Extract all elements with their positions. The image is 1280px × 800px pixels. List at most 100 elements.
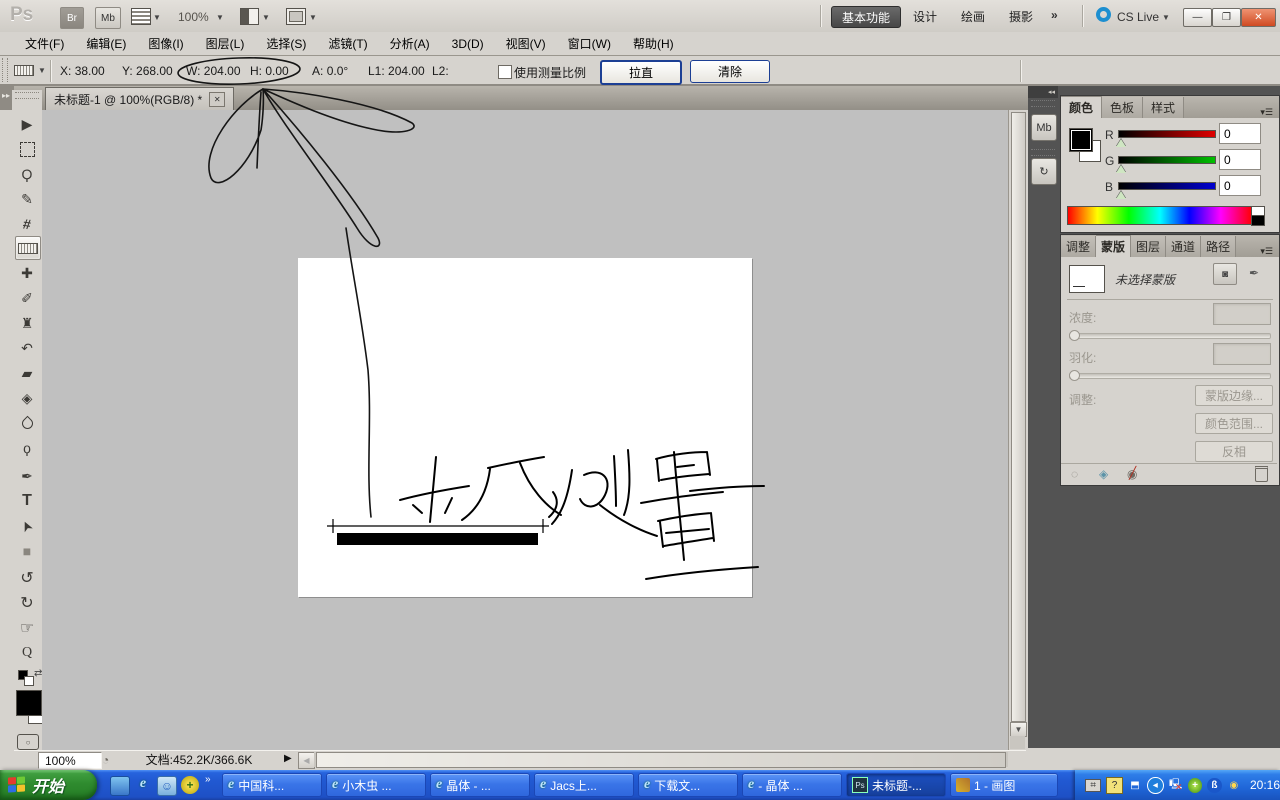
add-vector-mask-icon[interactable]: ✒ (1243, 263, 1265, 283)
blur-tool[interactable] (15, 412, 39, 434)
foreground-color-swatch[interactable] (16, 690, 42, 716)
status-expand-icon[interactable]: ▶ (284, 753, 292, 764)
color-spectrum-ramp[interactable] (1067, 206, 1253, 225)
workspace-tab-photography[interactable]: 摄影 (999, 6, 1043, 26)
help-tray-icon[interactable]: ? (1106, 776, 1123, 794)
gradient-tool[interactable]: ◈ (15, 387, 39, 409)
tab-paths[interactable]: 路径 (1201, 236, 1237, 257)
monitor-eye-icon[interactable]: ◉ (1227, 778, 1241, 793)
vertical-scrollbar[interactable]: ▼ (1008, 110, 1027, 750)
document-canvas[interactable] (298, 258, 752, 597)
vscroll-down-icon[interactable]: ▼ (1010, 722, 1027, 737)
language-bar-icon[interactable]: ◂ (1147, 776, 1164, 794)
document-close-icon[interactable]: ✕ (209, 92, 226, 107)
invert-button[interactable]: 反相 (1195, 441, 1273, 462)
keyboard-layout-icon[interactable]: ⌗ (1085, 778, 1102, 792)
screen-mode-icon[interactable] (286, 8, 306, 25)
task-button-3[interactable]: e 晶体 - ... (430, 773, 530, 797)
task-button-1[interactable]: e 中国科... (222, 773, 322, 797)
pen-tool[interactable]: ✒ (15, 465, 39, 487)
default-colors-bg-icon[interactable] (24, 676, 34, 686)
color-fg-swatch[interactable] (1069, 128, 1093, 152)
hand-tool[interactable]: ☞ (15, 617, 39, 639)
menu-edit[interactable]: 编辑(E) (75, 32, 137, 55)
task-button-6[interactable]: e- 晶体 ... (742, 773, 842, 797)
channel-b-slider[interactable] (1118, 182, 1216, 190)
3d-orbit-tool[interactable]: ↻ (15, 592, 39, 614)
tab-swatches[interactable]: 色板 (1102, 97, 1144, 118)
3d-rotate-tool[interactable]: ↺ (15, 567, 39, 589)
menu-help[interactable]: 帮助(H) (622, 32, 685, 55)
hscroll-thumb[interactable] (316, 752, 1006, 768)
canvas-area[interactable] (42, 110, 1008, 750)
tool-preset-caret-icon[interactable]: ▼ (38, 66, 46, 75)
tab-masks[interactable]: 蒙版 (1096, 235, 1132, 257)
messenger-icon[interactable]: ☺ (157, 776, 177, 796)
workspace-tab-painting[interactable]: 绘画 (951, 6, 995, 26)
menu-file[interactable]: 文件(F) (14, 32, 75, 55)
launch-bridge-button[interactable]: Br (60, 7, 84, 29)
channel-g-input[interactable]: 0 (1219, 149, 1261, 170)
apply-mask-icon[interactable]: ◈ (1099, 467, 1108, 481)
task-button-4[interactable]: e Jacs上... (534, 773, 634, 797)
screen-mode-caret-icon[interactable]: ▼ (309, 13, 317, 22)
zoom-caret-icon[interactable]: ▼ (216, 13, 224, 22)
clone-stamp-tool[interactable]: ♜ (15, 312, 39, 334)
path-selection-tool[interactable]: ➤ (15, 515, 39, 537)
channel-b-input[interactable]: 0 (1219, 175, 1261, 196)
bluetooth-icon[interactable]: ß (1207, 777, 1222, 793)
menu-analysis[interactable]: 分析(A) (379, 32, 441, 55)
menu-3d[interactable]: 3D(D) (441, 32, 495, 55)
antivirus-icon[interactable]: + (1187, 777, 1203, 793)
status-zoom-field[interactable]: 100% (38, 752, 102, 769)
update-icon[interactable]: + (181, 776, 199, 794)
tab-color[interactable]: 颜色 (1061, 96, 1103, 118)
mini-bridge-panel-button[interactable]: Mb (1031, 114, 1057, 141)
internet-explorer-icon[interactable]: e (134, 775, 152, 793)
channel-g-thumb[interactable] (1116, 165, 1126, 173)
history-panel-button[interactable]: ↻ (1031, 158, 1057, 185)
view-extras-caret-icon[interactable]: ▼ (153, 13, 161, 22)
eraser-tool[interactable]: ▰ (15, 362, 39, 384)
zoom-level-control[interactable]: 100% (178, 10, 209, 24)
disable-mask-icon[interactable]: ◉ ╱ (1127, 466, 1137, 481)
channel-g-slider[interactable] (1118, 156, 1216, 164)
history-brush-tool[interactable]: ↶ (15, 337, 39, 359)
color-panel-menu-icon[interactable]: ▾☰ (1260, 107, 1279, 118)
color-range-button[interactable]: 颜色范围... (1195, 413, 1273, 434)
tab-adjustments[interactable]: 调整 (1061, 236, 1097, 257)
move-tool[interactable]: ▶ (15, 113, 39, 135)
task-button-5[interactable]: e 下载文... (638, 773, 738, 797)
lasso-tool[interactable]: Ϙ (15, 163, 39, 185)
horizontal-scrollbar[interactable] (314, 752, 1008, 768)
close-button[interactable]: ✕ (1241, 8, 1276, 27)
ramp-black-swatch[interactable] (1251, 215, 1265, 226)
menu-window[interactable]: 窗口(W) (557, 32, 622, 55)
safely-remove-icon[interactable]: ⬒ (1128, 778, 1142, 793)
menu-image[interactable]: 图像(I) (137, 32, 194, 55)
tab-styles[interactable]: 样式 (1143, 97, 1185, 118)
spot-healing-brush-tool[interactable]: ✚ (15, 262, 39, 284)
workspace-tab-essentials[interactable]: 基本功能 (831, 6, 902, 28)
arrange-caret-icon[interactable]: ▼ (262, 13, 270, 22)
menu-view[interactable]: 视图(V) (495, 32, 557, 55)
type-tool[interactable]: T (15, 490, 39, 512)
restore-button[interactable]: ❐ (1212, 8, 1241, 27)
task-button-paint[interactable]: 1 - 画图 (950, 773, 1058, 797)
masks-panel-menu-icon[interactable]: ▾☰ (1260, 246, 1279, 257)
vscroll-thumb[interactable] (1011, 112, 1026, 722)
quick-mask-button[interactable]: ○ (17, 734, 39, 750)
arrange-documents-icon[interactable] (240, 8, 259, 25)
channel-r-slider[interactable] (1118, 130, 1216, 138)
menu-filter[interactable]: 滤镜(T) (317, 32, 378, 55)
crop-tool[interactable]: # (15, 213, 39, 235)
quick-selection-tool[interactable]: ✎ (15, 188, 39, 210)
mask-edge-button[interactable]: 蒙版边缘... (1195, 385, 1273, 406)
task-button-2[interactable]: e 小木虫 ... (326, 773, 426, 797)
tab-layers[interactable]: 图层 (1131, 236, 1167, 257)
view-extras-icon[interactable] (131, 8, 151, 25)
rectangle-tool[interactable]: ■ (15, 540, 39, 562)
ruler-tool-preset-icon[interactable] (14, 65, 34, 76)
show-desktop-icon[interactable] (110, 776, 130, 796)
workspace-tab-design[interactable]: 设计 (903, 6, 947, 26)
